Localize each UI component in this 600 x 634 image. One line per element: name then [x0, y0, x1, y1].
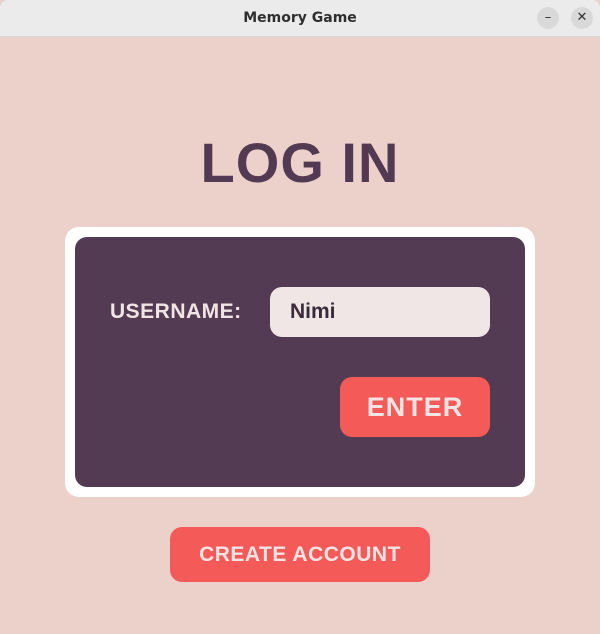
minimize-button[interactable]: – [537, 7, 559, 29]
close-icon: ✕ [576, 10, 588, 25]
close-button[interactable]: ✕ [571, 7, 593, 29]
window-title: Memory Game [243, 10, 357, 26]
enter-button[interactable]: ENTER [340, 377, 490, 437]
app-window: Memory Game – ✕ LOG IN USERNAME: Nimi EN… [0, 0, 600, 634]
username-label: USERNAME: [110, 300, 242, 323]
login-card [75, 237, 525, 487]
minimize-icon: – [544, 10, 552, 25]
title-bar[interactable]: Memory Game – ✕ [0, 0, 600, 37]
create-account-button[interactable]: CREATE ACCOUNT [170, 527, 430, 582]
username-input[interactable]: Nimi [270, 287, 490, 337]
page-title: LOG IN [200, 131, 400, 194]
